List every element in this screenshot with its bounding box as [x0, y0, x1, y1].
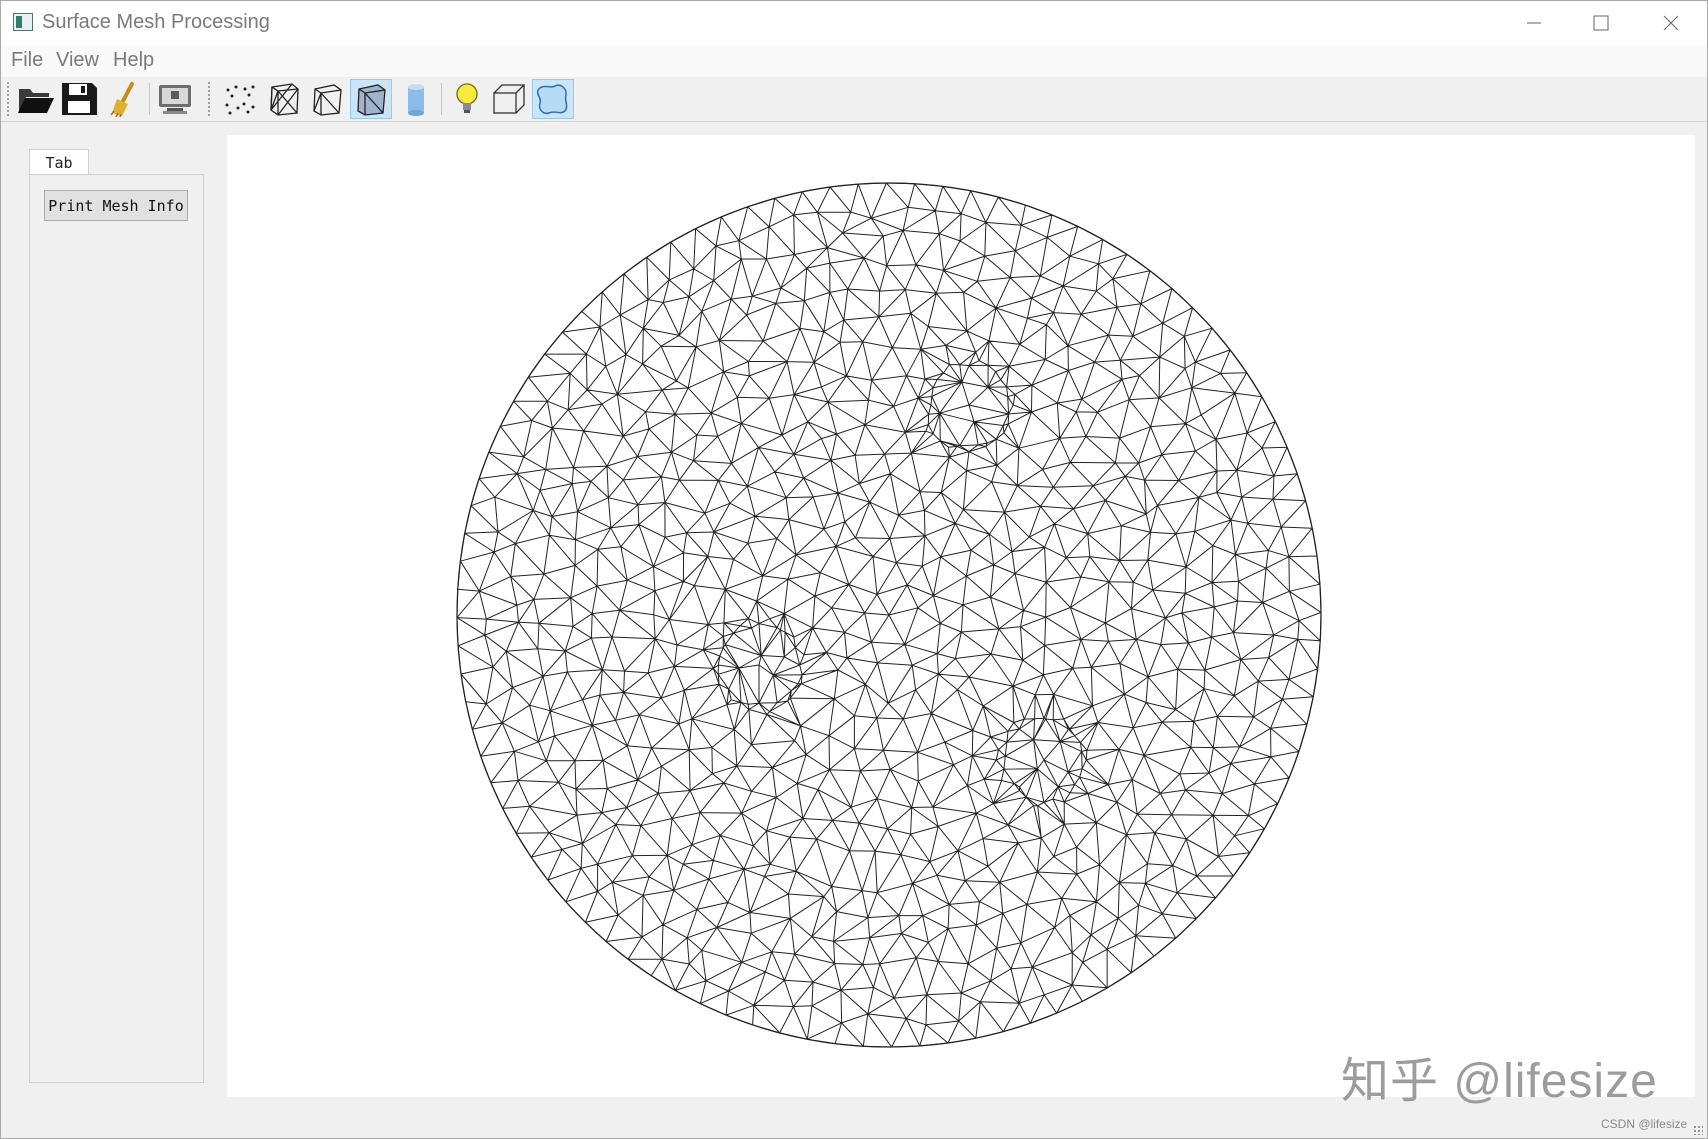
bounding-box-icon [493, 84, 526, 114]
flat-lines-mode-button[interactable] [350, 79, 392, 119]
toolbar [1, 77, 1707, 122]
menu-file[interactable]: File [11, 49, 43, 72]
points-mode-icon [225, 85, 255, 115]
open-button[interactable] [15, 79, 57, 119]
close-icon [1663, 15, 1679, 31]
flat-mode-icon [408, 84, 424, 116]
save-button[interactable] [58, 79, 100, 119]
minimize-button[interactable] [1501, 1, 1567, 45]
tab-header[interactable]: Tab [29, 149, 89, 175]
save-disk-icon [62, 83, 97, 115]
print-mesh-info-button[interactable]: Print Mesh Info [44, 190, 188, 221]
watermark-text: 知乎 @lifesize [1341, 1055, 1658, 1108]
toolbar-grip-2[interactable] [207, 81, 211, 117]
points-mode-button[interactable] [219, 79, 261, 119]
close-button[interactable] [1638, 1, 1704, 45]
hidden-lines-mode-icon [313, 84, 342, 116]
screen-capture-icon [159, 85, 191, 114]
app-icon [13, 13, 33, 31]
clean-brush-icon [110, 82, 134, 117]
disk-mesh-wireframe [456, 182, 1322, 1048]
boundary-edges-icon [536, 84, 568, 115]
bounding-box-button[interactable] [488, 79, 530, 119]
credit-text: CSDN @lifesize [1601, 1117, 1688, 1131]
flat-mode-button[interactable] [394, 79, 436, 119]
tab-pane [29, 174, 204, 1083]
lighting-bulb-icon [456, 83, 478, 113]
menu-view[interactable]: View [56, 49, 99, 72]
flat-lines-mode-icon [357, 84, 386, 116]
boundary-button[interactable] [532, 79, 574, 119]
wireframe-mode-icon [270, 83, 299, 116]
toolbar-grip[interactable] [6, 81, 10, 117]
maximize-icon [1593, 15, 1609, 31]
mesh-viewport[interactable] [227, 135, 1695, 1097]
main-window: Surface Mesh Processing File View Help T… [0, 0, 1708, 1139]
screenshot-button[interactable] [154, 79, 196, 119]
lighting-button[interactable] [446, 79, 488, 119]
menu-bar: File View Help [1, 45, 1707, 78]
mesh-edges [456, 182, 1322, 1048]
maximize-button[interactable] [1568, 1, 1634, 45]
title-bar[interactable]: Surface Mesh Processing [1, 1, 1707, 45]
minimize-icon [1527, 22, 1541, 24]
hidden-line-mode-button[interactable] [306, 79, 348, 119]
wireframe-mode-button[interactable] [263, 79, 305, 119]
clean-button[interactable] [102, 79, 144, 119]
resize-grip[interactable] [1693, 1125, 1703, 1135]
window-title: Surface Mesh Processing [42, 11, 270, 33]
open-folder-icon [18, 89, 54, 113]
menu-help[interactable]: Help [113, 49, 154, 72]
